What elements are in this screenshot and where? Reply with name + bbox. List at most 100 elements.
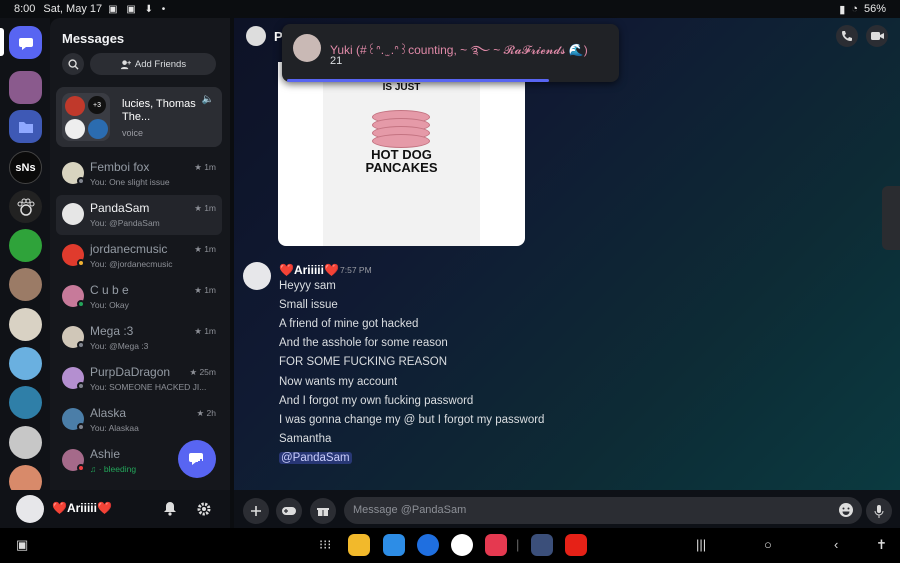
video-call-button[interactable] — [866, 25, 888, 47]
server-rail: sNs — [0, 18, 50, 498]
add-friends-button[interactable]: Add Friends — [90, 53, 216, 75]
image-attachment[interactable]: IS JUST HOT DOG PANCAKES — [278, 62, 525, 246]
camera-app-icon[interactable] — [485, 534, 507, 556]
voice-channel-card[interactable]: +3 lucies, Thomas The... voice 🔈 — [56, 87, 222, 147]
gift-button[interactable] — [310, 498, 336, 524]
status-date: Sat, May 17 — [43, 3, 103, 15]
app-drawer-icon[interactable]: ⁝⁝⁝ — [319, 537, 331, 553]
user-panel: ❤️Ariiiii❤️ — [0, 490, 230, 528]
server-folder[interactable] — [9, 71, 42, 104]
message-line: Samantha — [279, 433, 332, 445]
emoji-icon[interactable] — [838, 502, 854, 523]
calendar-app-icon[interactable] — [383, 534, 405, 556]
dm-name: C u b e — [90, 283, 129, 297]
notification-toast[interactable]: Yuki (#꒰ᐢ. ̫ .ᐢ꒱counting, ~ ࿐ ~ 𝓡𝓪𝓕𝓻𝓲𝓮𝓷𝓭… — [282, 24, 619, 82]
dm-name: Ashie — [90, 447, 121, 461]
settings-app-icon[interactable] — [531, 534, 553, 556]
files-app-icon[interactable] — [348, 534, 370, 556]
folder-icon — [18, 121, 33, 133]
dm-item-purpdadragon[interactable]: PurpDaDragon You: SOMEONE HACKED JI... ★… — [56, 359, 222, 399]
lock-icon: ▮ — [839, 3, 846, 16]
bell-icon[interactable] — [163, 501, 177, 521]
dm-time: ★ 1m — [194, 285, 216, 295]
microphone-icon — [874, 504, 884, 518]
notification-sender: Yuki (#꒰ᐢ. ̫ .ᐢ꒱counting, ~ ࿐ ~ 𝓡𝓪𝓕𝓻𝓲𝓮𝓷𝓭… — [330, 43, 588, 57]
dm-preview: You: SOMEONE HACKED JI... — [90, 382, 207, 392]
gamepad-icon — [282, 507, 296, 515]
dm-preview: You: @PandaSam — [90, 218, 160, 228]
voice-message-button[interactable] — [866, 498, 892, 524]
dm-preview: You: Alaskaa — [90, 423, 139, 433]
message-line: Now wants my account — [279, 376, 398, 388]
server-sns[interactable]: sNs — [9, 151, 42, 184]
message-line: And the asshole for some reason — [279, 337, 448, 349]
add-friend-icon — [120, 59, 131, 69]
accessibility-icon[interactable]: ✝ — [876, 537, 887, 553]
server-sky[interactable] — [9, 347, 42, 380]
server-paw[interactable] — [9, 190, 42, 223]
side-panel-handle[interactable] — [882, 186, 900, 250]
home-button[interactable]: ○ — [764, 537, 772, 552]
messages-app-icon[interactable] — [417, 534, 439, 556]
voice-more-badge: +3 — [88, 96, 106, 114]
screenshot-icon[interactable]: ▣ — [16, 537, 28, 553]
mention-pandasam[interactable]: @PandaSam — [279, 452, 352, 464]
dm-name: PurpDaDragon — [90, 365, 171, 379]
dm-column: Messages Add Friends +3 lucies, Thomas T… — [50, 18, 230, 490]
attach-button[interactable] — [243, 498, 269, 524]
gear-icon[interactable] — [196, 501, 212, 522]
battery-level: 56% — [863, 3, 886, 15]
dm-item-pandasam[interactable]: PandaSam You: @PandaSam ★ 1m — [56, 195, 222, 235]
message-line: A friend of mine got hacked — [279, 318, 419, 330]
search-button[interactable] — [62, 53, 84, 75]
new-message-button[interactable] — [178, 440, 216, 478]
dm-time: ★ 1m — [194, 203, 216, 213]
youtube-app-icon[interactable] — [565, 534, 587, 556]
server-grey[interactable] — [9, 426, 42, 459]
server-folder-blue[interactable] — [9, 110, 42, 143]
call-button[interactable] — [836, 25, 858, 47]
new-message-icon — [189, 453, 204, 465]
dm-item-cube[interactable]: C u b e You: Okay ★ 1m — [56, 277, 222, 317]
message-line: FOR SOME FUCKING REASON — [279, 356, 448, 368]
direct-messages-button[interactable] — [9, 26, 42, 59]
back-button[interactable]: ‹ — [834, 537, 838, 552]
dm-time: ★ 1m — [194, 244, 216, 254]
dm-preview: You: Okay — [90, 300, 129, 310]
recents-button[interactable]: ||| — [696, 537, 706, 552]
message-avatar[interactable] — [243, 262, 271, 290]
voice-participants: lucies, Thomas The... — [122, 98, 196, 123]
notification-avatar — [293, 34, 321, 62]
dm-item-alaska[interactable]: Alaska You: Alaskaa ★ 2h — [56, 400, 222, 440]
messages-title: Messages — [62, 31, 125, 46]
add-friends-label: Add Friends — [134, 58, 187, 70]
message-input[interactable]: Message @PandaSam — [344, 497, 862, 524]
server-cat[interactable] — [9, 268, 42, 301]
dm-preview: You: One slight issue — [90, 177, 170, 187]
dm-name: Femboi fox — [90, 160, 150, 174]
server-beige[interactable] — [9, 308, 42, 341]
status-time: 8:00 — [14, 3, 36, 15]
chat-bubble-icon — [18, 37, 33, 50]
server-ocean[interactable] — [9, 386, 42, 419]
message-author[interactable]: ❤️Ariiiii❤️ — [279, 263, 339, 277]
server-green[interactable] — [9, 229, 42, 262]
dm-time: ★ 1m — [194, 326, 216, 336]
user-avatar[interactable] — [16, 495, 44, 523]
dm-item-jordanecmusic[interactable]: jordanecmusic You: @jordanecmusic ★ 1m — [56, 236, 222, 276]
user-name: ❤️Ariiiii❤️ — [52, 501, 112, 515]
dm-name: PandaSam — [90, 201, 150, 215]
dm-time: ★ 1m — [194, 162, 216, 172]
shirt-text-top: IS JUST — [382, 82, 421, 93]
chrome-app-icon[interactable] — [451, 534, 473, 556]
activities-button[interactable] — [276, 498, 302, 524]
dm-time: ★ 2h — [196, 408, 216, 418]
system-nav-bar: ▣ ⁝⁝⁝ | ||| ○ ‹ ✝ — [0, 528, 900, 563]
avatar — [62, 203, 84, 225]
selected-indicator — [0, 28, 4, 56]
dm-item-mega[interactable]: Mega :3 You: @Mega :3 ★ 1m — [56, 318, 222, 358]
dm-item-femboi-fox[interactable]: Femboi fox You: One slight issue ★ 1m — [56, 154, 222, 194]
notification-icons: ▣ ▣ ⬇ • — [108, 3, 169, 15]
message-composer: Message @PandaSam — [234, 490, 900, 528]
dm-preview: You: @Mega :3 — [90, 341, 149, 351]
